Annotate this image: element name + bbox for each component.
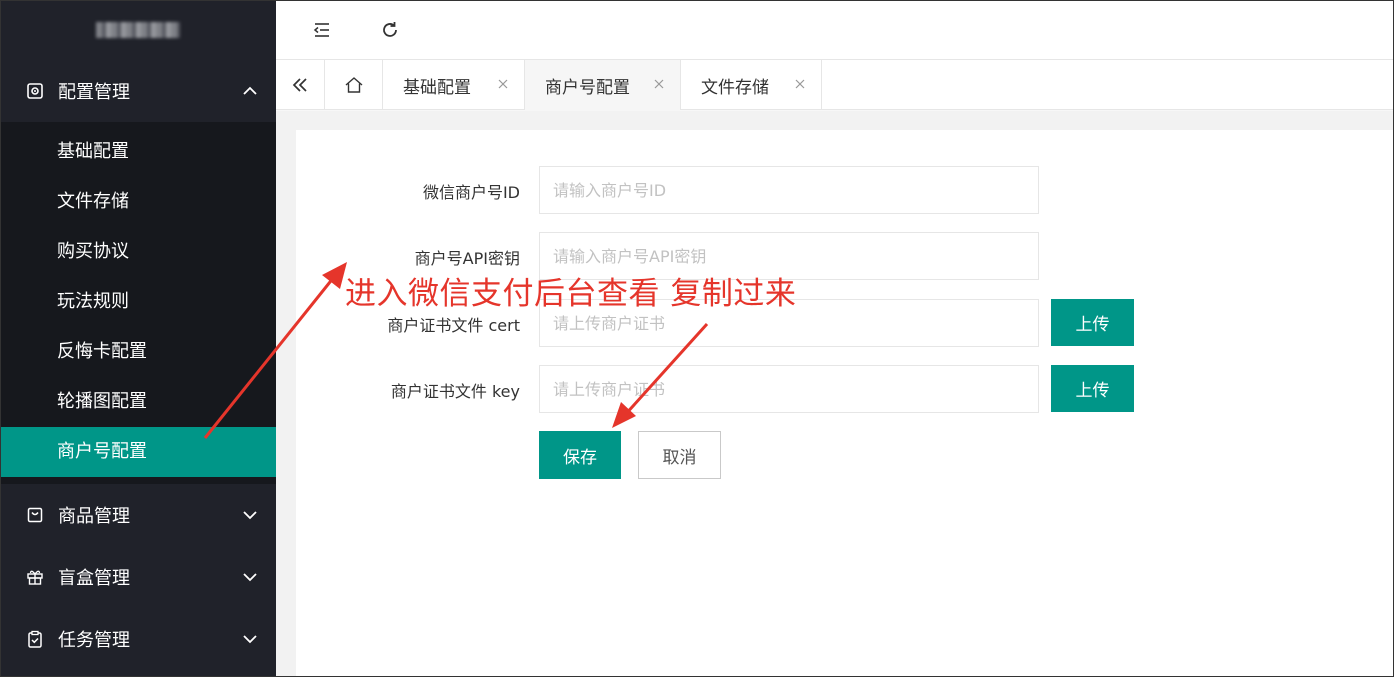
sidebar-item-regret-card[interactable]: 反悔卡配置 bbox=[0, 327, 276, 377]
tab-label: 基础配置 bbox=[403, 77, 471, 98]
close-icon[interactable] bbox=[652, 77, 666, 91]
key-label: 商户证书文件 key bbox=[390, 382, 520, 401]
gift-icon bbox=[26, 568, 44, 586]
chevron-up-icon bbox=[240, 81, 260, 101]
close-icon[interactable] bbox=[496, 77, 510, 91]
sidebar-group-label: 商品管理 bbox=[58, 506, 130, 527]
cert-upload-button[interactable]: 上传 bbox=[1051, 299, 1134, 346]
top-header bbox=[276, 0, 1394, 60]
sidebar-group-label: 盲盒管理 bbox=[58, 568, 130, 589]
tab-bar: 基础配置 商户号配置 文件存储 bbox=[276, 60, 1394, 111]
indent-icon[interactable] bbox=[307, 15, 337, 45]
tab-file-storage[interactable]: 文件存储 bbox=[681, 60, 822, 110]
bag-icon bbox=[26, 506, 44, 524]
sidebar-group-label: 配置管理 bbox=[58, 82, 130, 103]
sidebar-group-task[interactable]: 任务管理 bbox=[0, 608, 276, 670]
tab-label: 商户号配置 bbox=[545, 77, 630, 98]
chevron-down-icon bbox=[240, 567, 260, 587]
double-chevron-left-icon[interactable] bbox=[276, 60, 325, 110]
home-icon[interactable] bbox=[325, 60, 383, 110]
tab-label: 文件存储 bbox=[701, 77, 769, 98]
sidebar-item-merchant-config[interactable]: 商户号配置 bbox=[0, 427, 276, 477]
logo-blurred-text bbox=[96, 22, 180, 38]
sidebar-item-banner-config[interactable]: 轮播图配置 bbox=[0, 377, 276, 427]
sidebar-item-game-rules[interactable]: 玩法规则 bbox=[0, 277, 276, 327]
cancel-button[interactable]: 取消 bbox=[638, 431, 721, 479]
sidebar-group-config[interactable]: 配置管理 bbox=[0, 60, 276, 122]
annotation-text: 进入微信支付后台查看 复制过来 bbox=[345, 276, 797, 312]
tab-merchant-config[interactable]: 商户号配置 bbox=[525, 60, 681, 111]
sidebar-item-file-storage[interactable]: 文件存储 bbox=[0, 177, 276, 227]
key-input[interactable] bbox=[539, 365, 1039, 413]
tab-basic-config[interactable]: 基础配置 bbox=[383, 60, 525, 110]
close-icon[interactable] bbox=[793, 77, 807, 91]
sidebar: 配置管理 基础配置 文件存储 购买协议 玩法规则 反悔卡配置 轮播图配置 商户号… bbox=[0, 0, 276, 677]
mch-id-input[interactable] bbox=[539, 166, 1039, 214]
api-key-label: 商户号API密钥 bbox=[414, 249, 520, 268]
sidebar-group-goods[interactable]: 商品管理 bbox=[0, 484, 276, 546]
sidebar-submenu-config: 基础配置 文件存储 购买协议 玩法规则 反悔卡配置 轮播图配置 商户号配置 bbox=[0, 122, 276, 484]
sidebar-item-purchase-agreement[interactable]: 购买协议 bbox=[0, 227, 276, 277]
clipboard-icon bbox=[26, 630, 44, 648]
mch-id-label: 微信商户号ID bbox=[422, 183, 520, 202]
refresh-icon[interactable] bbox=[375, 15, 405, 45]
sidebar-item-basic-config[interactable]: 基础配置 bbox=[0, 127, 276, 177]
chevron-down-icon bbox=[240, 629, 260, 649]
sidebar-group-blindbox[interactable]: 盲盒管理 bbox=[0, 546, 276, 608]
key-upload-button[interactable]: 上传 bbox=[1051, 365, 1134, 412]
settings-icon bbox=[26, 82, 44, 100]
sidebar-group-label: 任务管理 bbox=[58, 630, 130, 651]
cert-label: 商户证书文件 cert bbox=[387, 316, 520, 335]
chevron-down-icon bbox=[240, 505, 260, 525]
save-button[interactable]: 保存 bbox=[539, 431, 621, 479]
logo bbox=[0, 0, 276, 60]
